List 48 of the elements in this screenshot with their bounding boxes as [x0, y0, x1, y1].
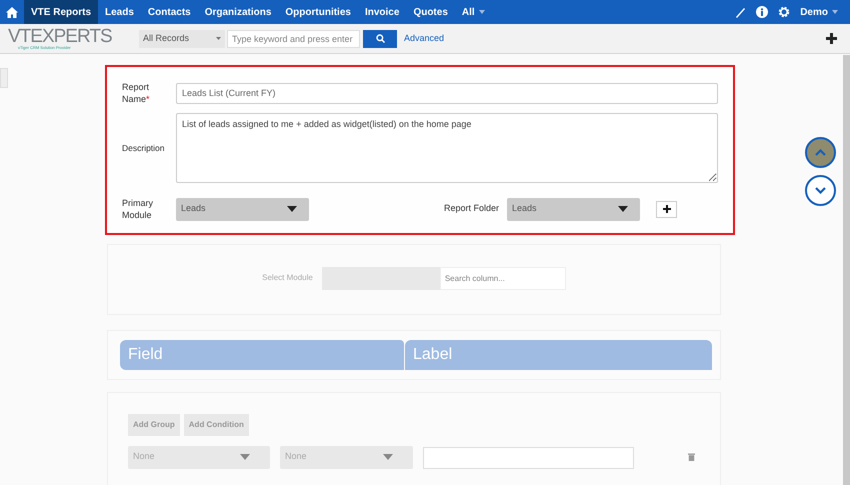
report-name-field[interactable]: Leads List (Current FY): [176, 82, 718, 104]
all-menu[interactable]: All: [454, 4, 492, 20]
nav-tab[interactable]: Organizations: [198, 0, 278, 24]
search-button[interactable]: [363, 30, 397, 48]
caret-icon: [618, 206, 628, 212]
caret-icon: [240, 454, 250, 460]
caret-icon: [478, 10, 485, 14]
column-header: Field: [120, 340, 404, 370]
add-folder-button[interactable]: [656, 200, 678, 218]
search-field[interactable]: Type keyword and press enter: [227, 30, 360, 48]
caret-icon: [383, 454, 393, 460]
nav-tab[interactable]: Leads: [98, 0, 141, 24]
chevron-up-icon: [815, 149, 826, 156]
add-icon[interactable]: [826, 33, 837, 44]
logo: VTEXPERTS: [8, 27, 113, 46]
field-label: Description: [122, 142, 166, 154]
value-field[interactable]: [423, 447, 634, 469]
column-header: Label: [405, 340, 712, 370]
scroll-up-button[interactable]: [805, 137, 836, 168]
column-search-field[interactable]: Search column...: [440, 266, 566, 290]
search-icon: [376, 34, 384, 43]
field-label: Primary Module: [122, 197, 154, 221]
field-label: Select Module: [262, 272, 313, 284]
advanced-link[interactable]: Advanced: [404, 32, 444, 46]
settings-icon[interactable]: [778, 6, 790, 18]
field-label: Report Folder: [444, 202, 500, 216]
scrollbar[interactable]: [843, 55, 850, 485]
pen-icon[interactable]: [735, 6, 746, 18]
nav-tab[interactable]: Opportunities: [278, 0, 358, 24]
info-icon[interactable]: [756, 6, 768, 18]
caret-icon: [287, 206, 297, 212]
sidebar-toggle[interactable]: [0, 68, 8, 88]
module-dropdown[interactable]: Leads: [176, 198, 309, 220]
add-icon: [662, 205, 671, 213]
nav-tab[interactable]: VTE Reports: [24, 0, 98, 24]
nav-tab[interactable]: Quotes: [406, 0, 455, 24]
records-dropdown[interactable]: All Records: [139, 30, 225, 48]
description-field[interactable]: List of leads assigned to me + added as widget(listed) on the home page: [176, 113, 718, 183]
chevron-down-icon: [815, 187, 826, 194]
folder-dropdown[interactable]: Leads: [507, 198, 640, 220]
caret-icon: [832, 10, 838, 14]
nav-tab[interactable]: Contacts: [140, 0, 198, 24]
trash-icon[interactable]: [688, 453, 695, 461]
nav-tab[interactable]: Invoice: [358, 0, 406, 24]
caret-icon: [216, 37, 221, 40]
user-menu[interactable]: Demo: [800, 4, 838, 20]
scroll-down-button[interactable]: [805, 175, 836, 206]
field-label: Report Name*: [122, 81, 151, 105]
